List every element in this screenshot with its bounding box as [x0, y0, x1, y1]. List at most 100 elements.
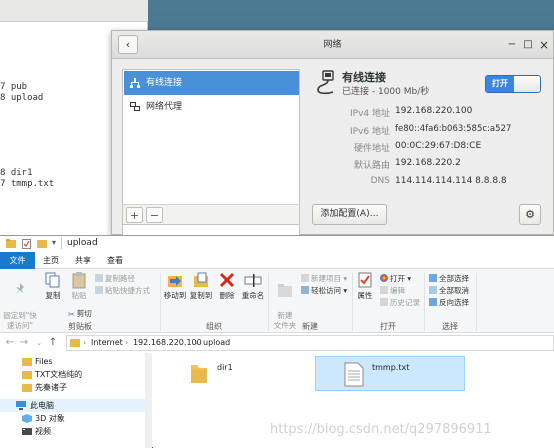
titlebar-divider: [61, 237, 62, 249]
nav-item-label: 视频: [35, 427, 51, 436]
add-configuration-button[interactable]: 添加配置(A)…: [312, 204, 387, 225]
history-button[interactable]: 历史记录: [380, 297, 420, 308]
rename-button[interactable]: 重命名: [240, 271, 266, 301]
copy-to-icon: [194, 272, 208, 287]
text-file-icon: [344, 362, 364, 387]
file-item-dir1[interactable]: dir1: [189, 361, 259, 389]
breadcrumb-host[interactable]: 192.168.220.100: [133, 336, 202, 350]
move-to-button[interactable]: 移动到: [162, 271, 188, 301]
forward-arrow-icon[interactable]: →: [18, 336, 30, 350]
terminal-line: 7 tmmp.txt: [0, 179, 55, 189]
ribbon-separator: [476, 273, 477, 331]
video-icon: [22, 428, 32, 435]
connection-toggle[interactable]: 打开: [485, 75, 541, 93]
breadcrumb-upload[interactable]: upload: [203, 336, 230, 350]
folder-icon: [191, 365, 207, 383]
nav-item-files[interactable]: Files: [0, 355, 145, 368]
hardware-address-value: 00:0C:29:67:D8:CE: [395, 141, 482, 151]
file-explorer-window: ▾ upload 文件 主页 共享 查看 固定到"快 速访问" 复制 粘贴 复制…: [0, 235, 554, 448]
terminal-line: 8 dir1: [0, 168, 33, 178]
file-item-tmmp[interactable]: tmmp.txt: [315, 356, 465, 391]
tab-share[interactable]: 共享: [69, 252, 97, 269]
copy-path-icon: [95, 274, 103, 282]
up-arrow-icon[interactable]: ↑: [47, 336, 59, 350]
sidebar-item-wired[interactable]: 有线连接: [124, 71, 299, 95]
tab-view[interactable]: 查看: [101, 252, 129, 269]
default-route-value: 192.168.220.2: [395, 158, 461, 168]
new-folder-icon: [278, 284, 292, 297]
nav-item-label: 先秦诸子: [35, 383, 67, 392]
select-none-button[interactable]: 全部取消: [429, 285, 469, 296]
tab-file[interactable]: 文件: [0, 252, 35, 269]
invert-selection-button[interactable]: 反向选择: [429, 297, 469, 308]
computer-icon: [16, 401, 26, 410]
open-button[interactable]: 打开 ▾: [380, 273, 411, 284]
window-title: 网络: [323, 40, 342, 50]
folder-icon: [22, 358, 32, 366]
default-route-label: 默认路由: [353, 161, 390, 171]
easy-access-button[interactable]: 轻松访问 ▾: [301, 285, 347, 296]
select-all-button[interactable]: 全部选择: [429, 273, 469, 284]
nav-item-this-pc[interactable]: 此电脑: [0, 399, 145, 412]
file-name: tmmp.txt: [372, 363, 410, 372]
new-item-button[interactable]: 新建项目 ▾: [301, 273, 347, 284]
address-bar[interactable]: › Internet › 192.168.220.100 › upload: [66, 335, 554, 351]
remove-connection-button[interactable]: −: [146, 207, 163, 223]
paste-shortcut-button[interactable]: 粘贴快捷方式: [95, 285, 150, 296]
maximize-button[interactable]: □: [521, 38, 535, 52]
connection-title: 有线连接: [342, 71, 386, 84]
nav-item-xianqin[interactable]: 先秦诸子: [0, 381, 145, 394]
copy-button[interactable]: 复制: [40, 271, 66, 301]
nav-item-txt[interactable]: TXT文档纯的: [0, 368, 145, 381]
toggle-knob: [514, 76, 540, 92]
ribbon-home: 固定到"快 速访问" 复制 粘贴 复制路径 粘贴快捷方式 ✂ 剪切 剪贴板 移动到…: [0, 269, 554, 333]
cut-button[interactable]: ✂ 剪切: [68, 308, 92, 319]
new-item-label: 新建项目: [311, 274, 341, 283]
connection-settings-button[interactable]: ⚙: [519, 204, 541, 225]
copy-label: 复制: [45, 291, 61, 300]
new-folder-icon[interactable]: [37, 239, 47, 248]
delete-x-icon: [219, 272, 235, 288]
properties-icon[interactable]: [22, 239, 31, 249]
nav-item-label: Files: [35, 357, 53, 366]
network-header-bar: 网络 ‹ − □ ×: [112, 31, 553, 59]
delete-label: 删除: [219, 291, 235, 300]
navigation-scrollbar[interactable]: [145, 353, 152, 448]
file-name: dir1: [217, 363, 233, 372]
copy-path-button[interactable]: 复制路径: [95, 273, 135, 284]
copy-to-button[interactable]: 复制到: [188, 271, 214, 301]
move-to-icon: [168, 276, 182, 287]
close-button[interactable]: ×: [537, 38, 551, 52]
delete-button[interactable]: 删除: [216, 271, 238, 301]
tab-home[interactable]: 主页: [37, 252, 65, 269]
scissors-icon: ✂: [68, 310, 75, 319]
explorer-titlebar: ▾ upload: [0, 236, 554, 252]
rename-label: 重命名: [241, 291, 265, 300]
paste-button[interactable]: 粘贴: [66, 271, 92, 301]
sidebar-item-label: 网络代理: [146, 102, 183, 112]
network-proxy-icon: [130, 102, 140, 111]
sidebar-item-label: 有线连接: [146, 78, 183, 88]
properties-button[interactable]: 属性: [354, 271, 376, 301]
back-button[interactable]: ‹: [118, 35, 138, 54]
breadcrumb-internet[interactable]: Internet: [91, 336, 123, 350]
invert-selection-label: 反向选择: [439, 298, 469, 307]
quick-access-dropdown-icon[interactable]: ▾: [52, 238, 56, 247]
recent-locations-icon[interactable]: ⌄: [33, 336, 45, 350]
connection-status: 已连接 - 1000 Mb/秒: [342, 87, 430, 97]
minimize-button[interactable]: −: [505, 38, 519, 52]
gear-icon: ⚙: [525, 208, 535, 221]
add-connection-button[interactable]: +: [126, 207, 143, 223]
edit-button[interactable]: 编辑: [380, 285, 405, 296]
select-all-icon: [429, 274, 437, 282]
dns-value: 114.114.114.114 8.8.8.8: [395, 176, 507, 186]
open-label: 打开: [390, 274, 405, 283]
nav-item-3d-objects[interactable]: 3D 对象: [0, 412, 145, 425]
open-group-label: 打开: [380, 322, 396, 331]
hardware-address-label: 硬件地址: [353, 144, 390, 154]
folder-icon: [70, 339, 80, 347]
back-arrow-icon[interactable]: ←: [4, 336, 16, 350]
select-none-label: 全部取消: [439, 286, 469, 295]
nav-item-videos[interactable]: 视频: [0, 425, 145, 438]
copy-to-label: 复制到: [189, 291, 213, 300]
